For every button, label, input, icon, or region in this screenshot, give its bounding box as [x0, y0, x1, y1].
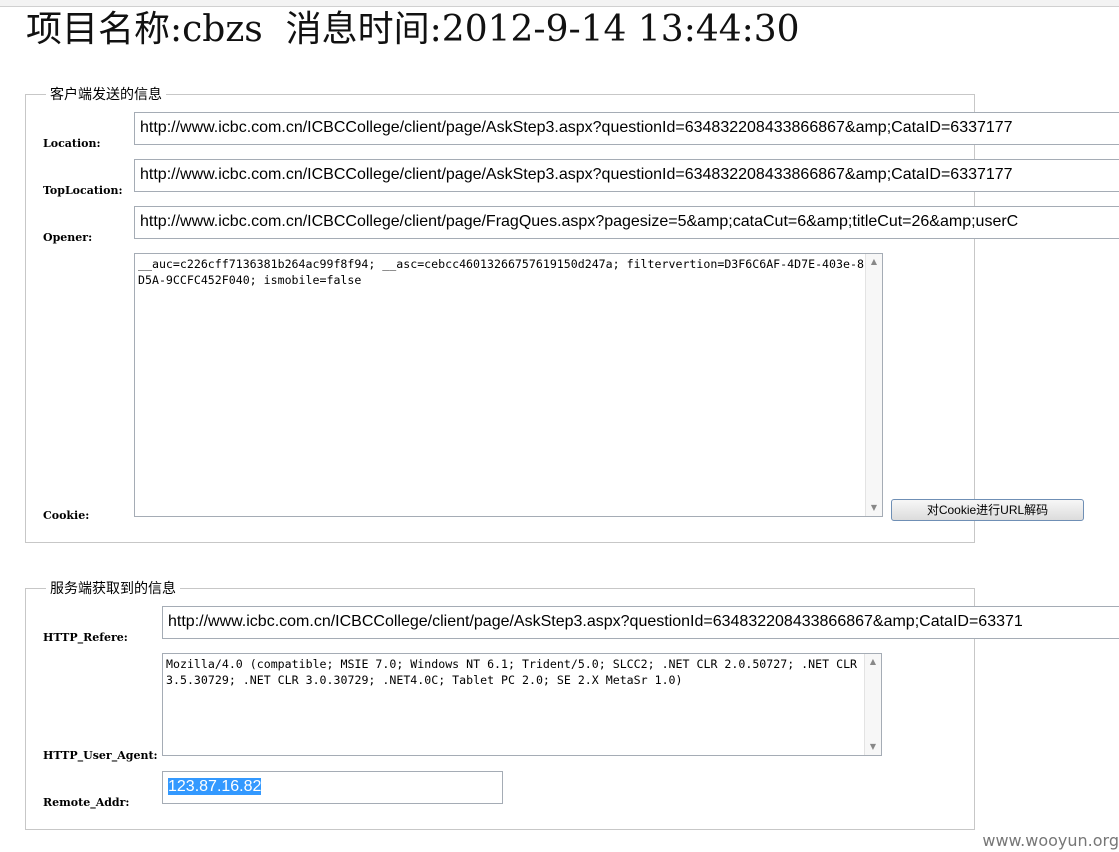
- cookie-label: Cookie:: [43, 509, 90, 522]
- user-agent-textarea[interactable]: Mozilla/4.0 (compatible; MSIE 7.0; Windo…: [162, 653, 882, 756]
- referer-label: HTTP_Refere:: [43, 631, 128, 644]
- user-agent-scrollbar[interactable]: ▲ ▼: [864, 654, 881, 755]
- toplocation-input[interactable]: http://www.icbc.com.cn/ICBCCollege/clien…: [134, 159, 1119, 192]
- scroll-up-icon[interactable]: ▲: [866, 254, 882, 270]
- cookie-text: __auc=c226cff7136381b264ac99f8f94; __asc…: [138, 257, 864, 287]
- cookie-textarea[interactable]: __auc=c226cff7136381b264ac99f8f94; __asc…: [134, 253, 883, 517]
- page-title: 项目名称:cbzs 消息时间:2012-9-14 13:44:30: [26, 6, 800, 54]
- cookie-scrollbar[interactable]: ▲ ▼: [865, 254, 882, 516]
- remote-addr-label: Remote_Addr:: [43, 796, 130, 809]
- remote-addr-input[interactable]: 123.87.16.82: [162, 771, 503, 804]
- server-info-legend: 服务端获取到的信息: [46, 580, 180, 598]
- user-agent-text: Mozilla/4.0 (compatible; MSIE 7.0; Windo…: [166, 657, 865, 687]
- scroll-up-icon[interactable]: ▲: [865, 654, 881, 670]
- scroll-down-icon[interactable]: ▼: [865, 739, 881, 755]
- project-name: 项目名称:cbzs: [26, 9, 263, 50]
- decode-cookie-button[interactable]: 对Cookie进行URL解码: [891, 499, 1084, 521]
- location-label: Location:: [43, 137, 101, 150]
- client-info-legend: 客户端发送的信息: [46, 86, 166, 104]
- scroll-down-icon[interactable]: ▼: [866, 500, 882, 516]
- remote-addr-value: 123.87.16.82: [168, 778, 262, 795]
- opener-label: Opener:: [43, 231, 93, 244]
- message-time: 消息时间:2012-9-14 13:44:30: [285, 9, 800, 50]
- location-input[interactable]: http://www.icbc.com.cn/ICBCCollege/clien…: [134, 112, 1119, 145]
- opener-input[interactable]: http://www.icbc.com.cn/ICBCCollege/clien…: [134, 206, 1119, 239]
- user-agent-label: HTTP_User_Agent:: [43, 749, 158, 762]
- referer-input[interactable]: http://www.icbc.com.cn/ICBCCollege/clien…: [162, 606, 1119, 639]
- toplocation-label: TopLocation:: [43, 184, 123, 197]
- watermark: www.wooyun.org: [982, 831, 1119, 850]
